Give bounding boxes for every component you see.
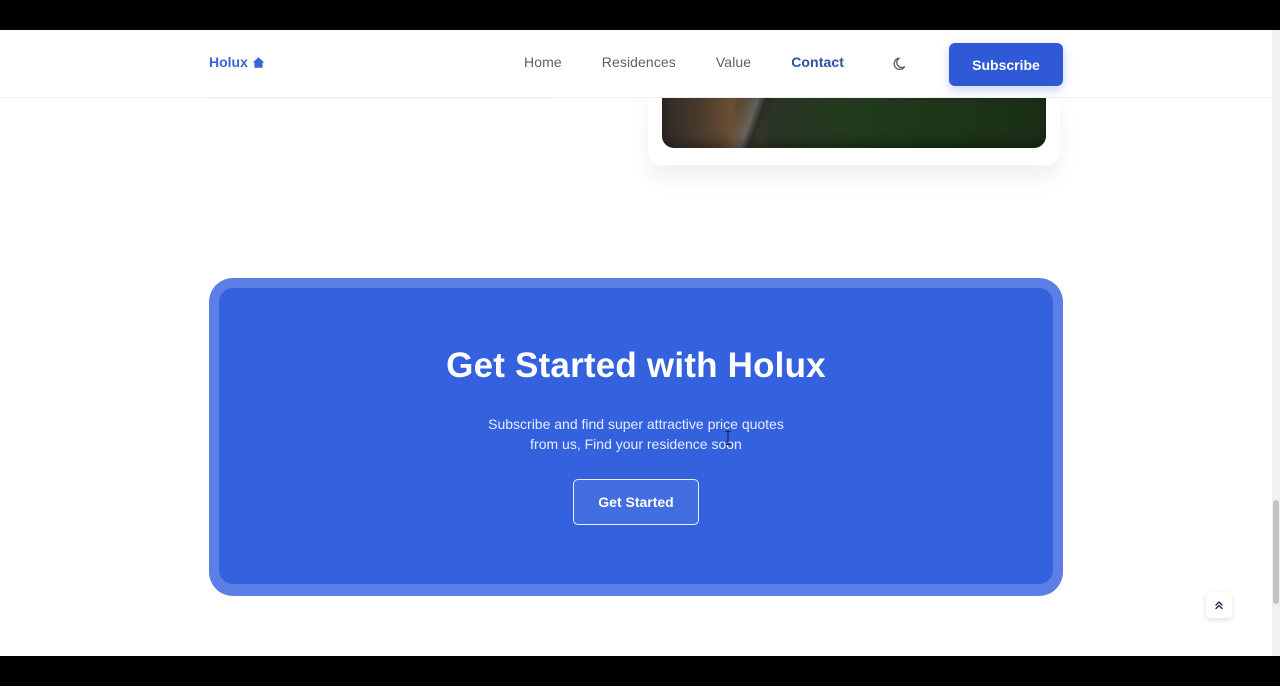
scroll-top-button[interactable] <box>1206 592 1232 618</box>
nav-residences[interactable]: Residences <box>602 54 676 70</box>
nav-value[interactable]: Value <box>716 54 751 70</box>
double-chevron-up-icon <box>1215 601 1223 610</box>
video-letterbox-bottom <box>0 656 1280 686</box>
page: Holux Home Residences Value Contact Subs… <box>0 30 1280 656</box>
nav-home[interactable]: Home <box>524 54 562 70</box>
description-line-2: from us, Find your residence soon <box>530 436 742 452</box>
home-icon <box>252 56 265 68</box>
get-started-panel: Get Started with Holux Subscribe and fin… <box>219 288 1053 584</box>
get-started-title: Get Started with Holux <box>446 346 826 385</box>
scrollbar-thumb[interactable] <box>1273 500 1279 604</box>
main-nav: Home Residences Value Contact <box>524 54 885 70</box>
video-letterbox-top <box>0 0 1280 30</box>
text-cursor-icon <box>725 431 731 445</box>
get-started-description: Subscribe and find super attractive pric… <box>219 414 1053 454</box>
nav-contact[interactable]: Contact <box>791 54 844 70</box>
residence-image <box>662 97 1046 148</box>
get-started-button[interactable]: Get Started <box>573 479 699 525</box>
subscribe-button[interactable]: Subscribe <box>949 43 1063 86</box>
site-header: Holux Home Residences Value Contact Subs… <box>0 30 1272 98</box>
logo-text: Holux <box>209 54 248 70</box>
logo[interactable]: Holux <box>209 54 265 70</box>
page-scrollbar[interactable] <box>1272 30 1280 656</box>
description-line-1: Subscribe and find super attractive pric… <box>488 416 784 432</box>
moon-icon[interactable] <box>893 56 909 72</box>
